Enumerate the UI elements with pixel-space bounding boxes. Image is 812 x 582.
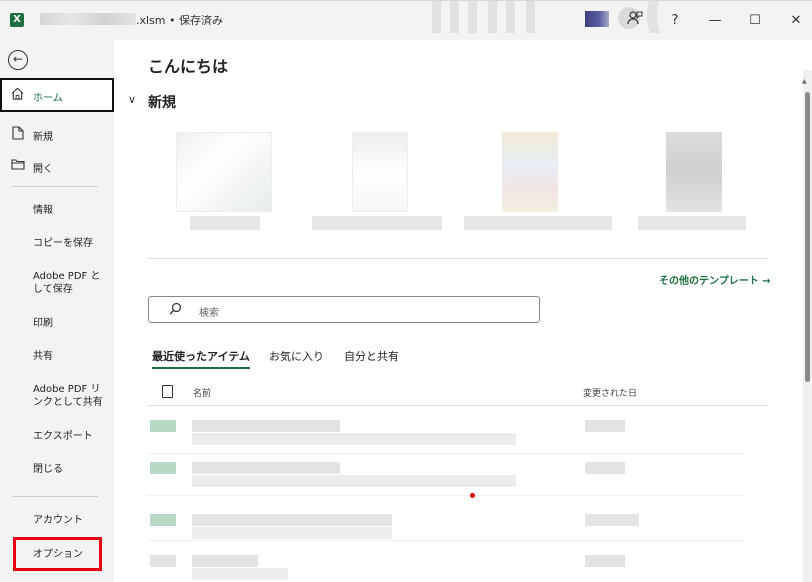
home-pane: こんにちは ∨ 新規 その他のテンプレート → 検索 最近使ったアイテム お気に… xyxy=(114,40,812,582)
column-header-modified[interactable]: 変更された日 xyxy=(583,386,637,399)
row-divider xyxy=(148,495,744,496)
sidebar-item-new[interactable]: 新規 xyxy=(0,118,114,150)
sidebar-item-home[interactable]: ホーム xyxy=(0,78,114,112)
save-status: 保存済み xyxy=(179,14,224,27)
backstage-sidebar: ← ホーム 新規 開く 情報 コピーを保存 Adobe PDF と して保存 印… xyxy=(0,40,114,582)
minimize-button[interactable]: — xyxy=(704,10,726,32)
collapse-new-icon[interactable]: ∨ xyxy=(128,93,136,106)
new-section-title: 新規 xyxy=(148,95,176,111)
template-tile[interactable] xyxy=(176,132,276,244)
title-bar: X .xlsm • 保存済み ? — ☐ ✕ xyxy=(0,0,812,40)
tab-recent[interactable]: 最近使ったアイテム xyxy=(152,348,250,369)
sidebar-item-save-copy[interactable]: コピーを保存 xyxy=(33,237,109,250)
sidebar-item-export[interactable]: エクスポート xyxy=(33,430,109,443)
table-header-divider xyxy=(148,405,768,406)
scrollbar-thumb[interactable] xyxy=(805,92,810,382)
template-tile[interactable] xyxy=(464,132,614,244)
row-divider xyxy=(148,453,744,454)
section-divider xyxy=(148,258,768,259)
file-name-blurred xyxy=(40,13,136,25)
excel-app-icon: X xyxy=(10,13,24,27)
maximize-button[interactable]: ☐ xyxy=(744,10,766,32)
sidebar-divider xyxy=(12,496,98,497)
title-separator: • xyxy=(169,14,176,27)
file-suffix: .xlsm xyxy=(136,14,166,27)
document-title: .xlsm • 保存済み xyxy=(136,12,223,28)
tab-shared-with-me[interactable]: 自分と共有 xyxy=(344,348,399,364)
search-box[interactable]: 検索 xyxy=(148,296,540,323)
file-type-icon xyxy=(162,385,173,398)
sidebar-divider xyxy=(12,186,98,187)
title-decoration xyxy=(432,1,732,33)
sidebar-item-share[interactable]: 共有 xyxy=(33,350,109,363)
sidebar-item-label: 開く xyxy=(33,164,53,175)
cursor-marker xyxy=(470,493,475,498)
sidebar-item-options[interactable]: オプション xyxy=(33,548,109,561)
sidebar-item-share-pdf-link[interactable]: Adobe PDF リ ンクとして共有 xyxy=(33,383,109,409)
column-header-name[interactable]: 名前 xyxy=(193,386,211,399)
sidebar-item-open[interactable]: 開く xyxy=(0,150,114,182)
search-icon xyxy=(169,302,182,318)
template-tile[interactable] xyxy=(638,132,748,244)
search-input[interactable]: 検索 xyxy=(199,304,219,319)
feedback-icon[interactable] xyxy=(624,10,646,32)
help-button[interactable]: ? xyxy=(664,10,686,32)
row-divider xyxy=(148,540,744,541)
sidebar-item-close[interactable]: 閉じる xyxy=(33,463,109,476)
home-icon xyxy=(11,87,24,103)
template-tile[interactable] xyxy=(312,132,442,244)
more-templates-link[interactable]: その他のテンプレート → xyxy=(659,272,771,287)
new-document-icon xyxy=(11,126,25,140)
sidebar-item-info[interactable]: 情報 xyxy=(33,204,109,217)
close-button[interactable]: ✕ xyxy=(785,10,807,32)
sidebar-item-save-pdf[interactable]: Adobe PDF と して保存 xyxy=(33,270,109,296)
sidebar-item-print[interactable]: 印刷 xyxy=(33,317,109,330)
greeting-heading: こんにちは xyxy=(148,57,229,76)
sidebar-item-label: 新規 xyxy=(33,132,53,143)
account-avatar[interactable] xyxy=(585,11,609,27)
tab-favorites[interactable]: お気に入り xyxy=(269,348,324,364)
sidebar-item-account[interactable]: アカウント xyxy=(33,514,109,527)
folder-icon xyxy=(11,158,25,172)
sidebar-item-label: ホーム xyxy=(33,93,63,104)
back-button[interactable]: ← xyxy=(8,50,28,70)
scroll-up-icon[interactable]: ▲ xyxy=(802,78,807,85)
